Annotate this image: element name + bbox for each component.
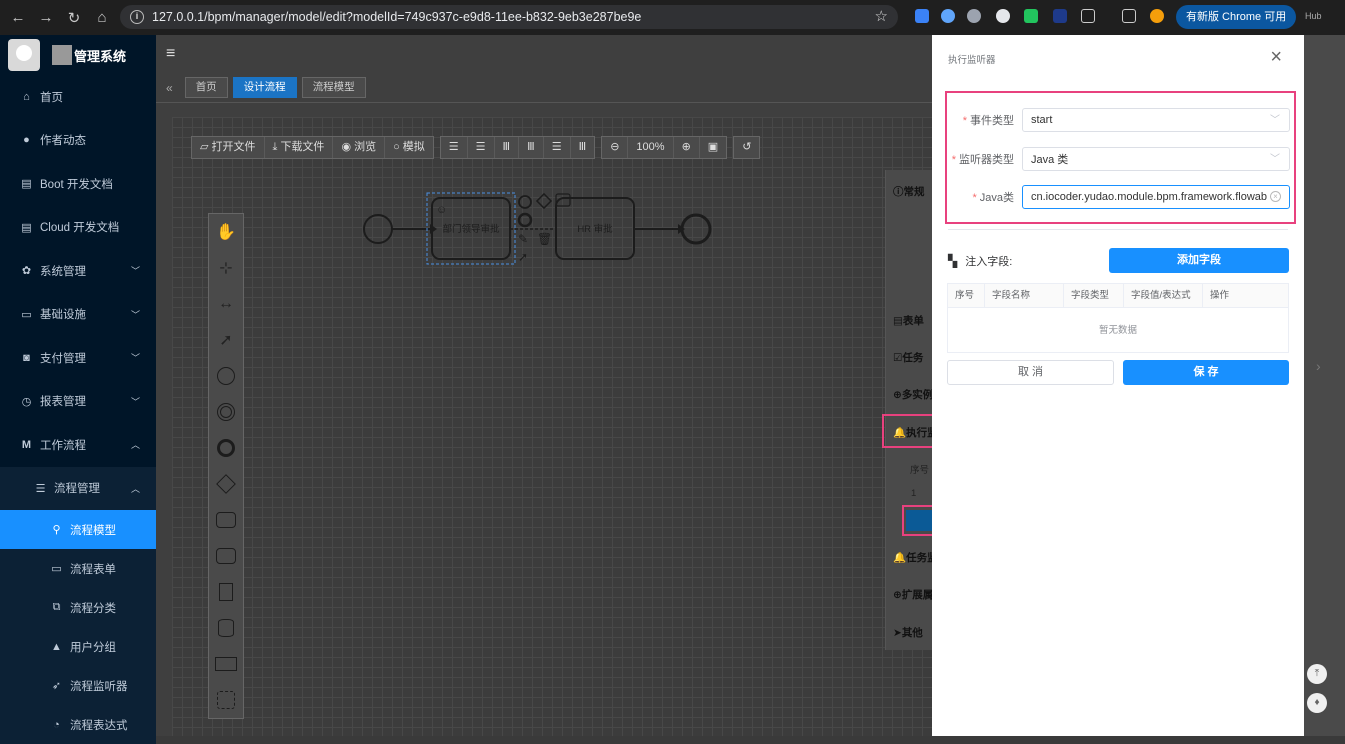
start-event[interactable] <box>363 214 393 244</box>
panel-extension-label: 扩展属 <box>901 589 934 601</box>
event-type-value: start <box>1031 114 1053 126</box>
listener-type-value: Java 类 <box>1031 154 1069 166</box>
properties-panel <box>885 170 932 650</box>
extension-icon[interactable] <box>967 9 981 23</box>
shirt-icon[interactable]: ♦ <box>1307 693 1327 713</box>
panel-task-listener[interactable]: 🔔任务监 <box>893 550 938 565</box>
inject-fields-heading: ▚ 注入字段: <box>948 253 1012 269</box>
page-right-edge <box>1304 35 1345 736</box>
task-user-icon: ☺ <box>436 204 447 216</box>
puzzle-icon[interactable] <box>1081 9 1095 23</box>
event-type-label: * 事件类型 <box>962 115 1014 127</box>
chevron-down-icon: ﹀ <box>1270 115 1280 126</box>
col-field-value: 字段值/表达式 <box>1124 284 1203 307</box>
extension-icon[interactable] <box>1024 9 1038 23</box>
panel-other[interactable]: ➤其他 <box>893 625 923 640</box>
col-field-type: 字段类型 <box>1064 284 1124 307</box>
task-dept-leader-label: 部门领导审批 <box>442 223 500 235</box>
listener-type-select[interactable]: Java 类 ﹀ <box>1022 147 1290 171</box>
panel-form-label: 表单 <box>902 315 924 327</box>
extension-icon[interactable] <box>996 9 1010 23</box>
panel-exec-listener[interactable]: 🔔执行监 <box>893 425 938 440</box>
java-class-row: * Java类 cn.iocoder.yudao.module.bpm.frame… <box>948 184 1290 210</box>
exec-listener-drawer: 执行监听器 × * 事件类型 start ﹀ * 监听器类型 Java 类 ﹀ * Jav… <box>932 35 1304 736</box>
col-index: 序号 <box>948 284 985 307</box>
back-to-top-icon[interactable]: ⤒ <box>1307 664 1327 684</box>
event-type-label-text: 事件类型 <box>970 115 1014 127</box>
divider <box>948 229 1288 230</box>
extension-icon[interactable] <box>1053 9 1067 23</box>
panel-extension[interactable]: ⊕扩展属 <box>893 587 933 602</box>
bpmn-diagram: ✎ 🗑 ➚ ☺ 部门领导审批 HR 审批 <box>363 192 712 265</box>
col-field-name: 字段名称 <box>985 284 1064 307</box>
java-class-value: cn.iocoder.yudao.module.bpm.framework.fl… <box>1031 191 1268 203</box>
listener-edit-button[interactable] <box>906 510 932 531</box>
profile-avatar-icon[interactable] <box>1150 9 1164 23</box>
context-pad-wrench-icon[interactable]: ✎ <box>518 232 528 246</box>
context-pad-end-icon[interactable] <box>517 212 533 228</box>
panel-multi[interactable]: ⊕多实例 <box>893 387 933 402</box>
context-pad-event-icon[interactable] <box>518 195 532 209</box>
sidepanel-icon[interactable] <box>1122 9 1136 23</box>
chevron-right-icon[interactable]: › <box>1316 358 1321 374</box>
context-pad-connect-icon[interactable]: ➚ <box>518 250 528 264</box>
panel-task-label: 任务 <box>902 352 924 364</box>
task-hr-label: HR 审批 <box>577 223 613 235</box>
event-type-row: * 事件类型 start ﹀ <box>948 107 1290 133</box>
table-empty-text: 暂无数据 <box>1098 325 1137 336</box>
chevron-down-icon: ﹀ <box>1270 154 1280 165</box>
clear-icon[interactable]: × <box>1270 191 1281 202</box>
grid-icon: ▚ <box>948 254 958 268</box>
add-field-button[interactable]: 添加字段 <box>1109 248 1289 273</box>
panel-general[interactable]: ⓘ常规 <box>893 184 925 199</box>
java-class-label: * Java类 <box>972 192 1014 204</box>
context-pad-trash-icon[interactable]: 🗑 <box>537 232 552 246</box>
listener-type-row: * 监听器类型 Java 类 ﹀ <box>948 146 1290 172</box>
close-icon[interactable]: × <box>1270 45 1282 69</box>
listener-type-label: * 监听器类型 <box>951 154 1014 166</box>
context-pad-gateway-icon[interactable] <box>535 192 553 210</box>
save-button[interactable]: 保 存 <box>1123 360 1289 385</box>
inject-fields-label: 注入字段: <box>965 256 1013 268</box>
panel-task[interactable]: ☑任务 <box>893 350 923 365</box>
java-class-label-text: Java类 <box>979 192 1014 204</box>
inject-fields-table: 序号 字段名称 字段类型 字段值/表达式 操作 暂无数据 <box>947 283 1289 353</box>
panel-col-index: 序号 <box>910 465 930 476</box>
extension-icon[interactable] <box>941 9 955 23</box>
panel-form[interactable]: ▤表单 <box>893 313 924 328</box>
table-header: 序号 字段名称 字段类型 字段值/表达式 操作 <box>948 284 1288 308</box>
drawer-title: 执行监听器 <box>948 55 996 66</box>
end-event[interactable] <box>680 213 712 245</box>
hub-label: Hub <box>1305 11 1322 21</box>
panel-multi-label: 多实例 <box>901 389 934 401</box>
java-class-input[interactable]: cn.iocoder.yudao.module.bpm.framework.fl… <box>1022 185 1290 209</box>
panel-general-label: 常规 <box>903 186 925 198</box>
listener-type-label-text: 监听器类型 <box>959 154 1014 166</box>
panel-other-label: 其他 <box>901 627 923 639</box>
cancel-button[interactable]: 取 消 <box>947 360 1114 385</box>
event-type-select[interactable]: start ﹀ <box>1022 108 1290 132</box>
update-chrome-button[interactable]: 有新版 Chrome 可用 <box>1176 5 1297 29</box>
panel-row-index: 1 <box>911 488 917 499</box>
col-actions: 操作 <box>1210 290 1230 301</box>
